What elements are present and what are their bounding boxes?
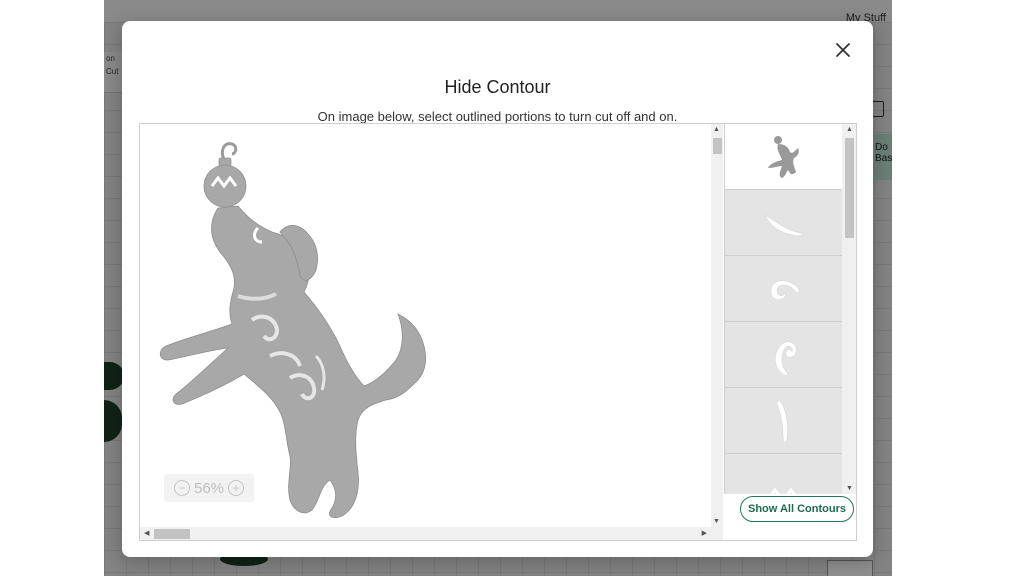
plus-circle-icon: + — [232, 481, 240, 495]
dialog-title: Hide Contour — [444, 77, 551, 97]
swirl-thumbnail-icon — [770, 279, 800, 300]
contour-item-swirl[interactable] — [725, 256, 843, 322]
show-all-contours-button[interactable]: Show All Contours — [740, 496, 854, 522]
zoom-in-button[interactable]: + — [228, 480, 245, 496]
contour-list — [724, 124, 857, 494]
swirl-thumbnail-icon — [776, 399, 788, 442]
canvas-horizontal-scrollbar[interactable]: ◀ ▶ — [140, 527, 723, 540]
zigzag-thumbnail-icon — [768, 486, 798, 494]
scroll-thumb[interactable] — [713, 138, 722, 154]
scroll-left-arrow-icon[interactable]: ◀ — [144, 529, 149, 537]
preview-canvas[interactable]: − 56% + — [140, 124, 723, 527]
contour-frame: − 56% + ▲ ▼ ◀ ▶ ▲ ▼ Show All Contours — [139, 123, 857, 541]
scroll-thumb[interactable] — [154, 529, 190, 539]
contour-item-swirl[interactable] — [725, 190, 843, 256]
scroll-thumb[interactable] — [845, 138, 854, 238]
scroll-right-arrow-icon[interactable]: ▶ — [702, 529, 707, 537]
hide-contour-dialog: Hide Contour On image below, select outl… — [122, 21, 873, 557]
zoom-out-button[interactable]: − — [173, 480, 190, 496]
scroll-up-arrow-icon[interactable]: ▲ — [713, 126, 720, 133]
close-icon — [836, 43, 850, 57]
dog-ornament-image[interactable] — [140, 124, 711, 527]
zoom-control: − 56% + — [164, 474, 254, 502]
swirl-thumbnail-icon — [764, 213, 802, 236]
contour-item-ornament[interactable] — [725, 454, 843, 494]
dog-thumbnail-icon — [768, 135, 799, 178]
swirl-thumbnail-icon — [774, 340, 797, 376]
scroll-up-arrow-icon[interactable]: ▲ — [846, 126, 853, 133]
canvas-vertical-scrollbar[interactable]: ▲ ▼ — [711, 124, 723, 527]
contour-item-swirl[interactable] — [725, 322, 843, 388]
dialog-subtitle: On image below, select outlined portions… — [317, 109, 678, 124]
contour-item-dog[interactable] — [725, 124, 843, 190]
zoom-level: 56% — [193, 479, 225, 497]
minus-circle-icon: − — [178, 481, 186, 495]
scroll-down-arrow-icon[interactable]: ▼ — [713, 518, 720, 525]
scroll-down-arrow-icon[interactable]: ▼ — [846, 485, 853, 492]
close-button[interactable] — [832, 39, 854, 61]
contour-list-scrollbar[interactable]: ▲ ▼ — [842, 124, 856, 494]
contour-item-swirl[interactable] — [725, 388, 843, 454]
